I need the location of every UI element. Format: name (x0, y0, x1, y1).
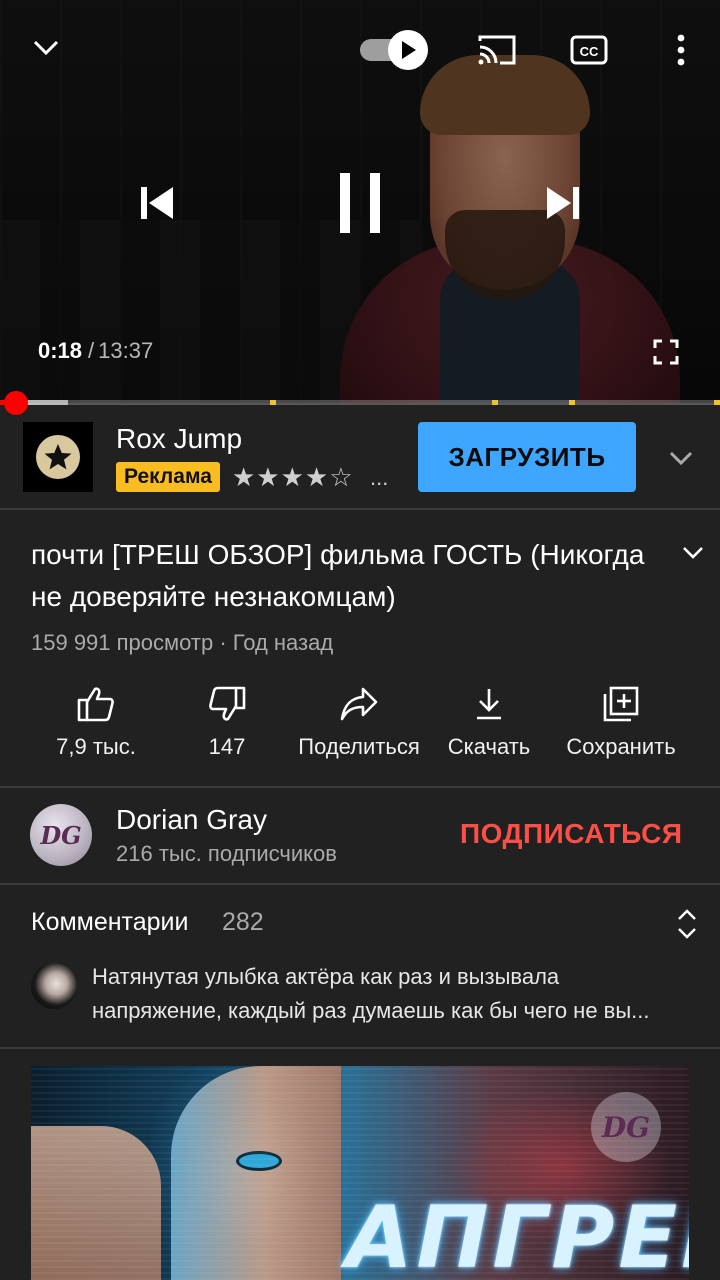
divider (0, 786, 720, 788)
commenter-avatar[interactable] (31, 963, 77, 1009)
comment-preview-line: Натянутая улыбка актёра как раз и вызыва… (92, 964, 560, 989)
svg-text:CC: CC (580, 44, 599, 59)
current-time: 0:18 (38, 338, 83, 363)
divider (0, 883, 720, 885)
channel-avatar[interactable]: DG (30, 804, 92, 866)
video-title[interactable]: почти [ТРЕШ ОБЗОР] фильма ГОСТЬ (Никогда… (31, 534, 651, 618)
duration: 13:37 (98, 338, 154, 363)
share-button[interactable]: Поделиться (289, 680, 429, 780)
expand-collapse-icon[interactable] (672, 906, 702, 942)
watermark-text: DG (601, 1110, 651, 1144)
time-display: 0:18/13:37 (38, 338, 153, 364)
more-vert-icon[interactable] (664, 28, 698, 72)
subscribe-button[interactable]: ПОДПИСАТЬСЯ (460, 818, 682, 850)
divider (0, 1047, 720, 1049)
thumb-up-icon (26, 680, 166, 728)
download-button[interactable]: Скачать (419, 680, 559, 780)
chevron-down-icon[interactable] (664, 441, 698, 475)
share-label: Поделиться (298, 734, 420, 759)
thumbnail-title-text: АПГРЕЙД (346, 1188, 689, 1280)
ad-app-name[interactable]: Rox Jump (116, 423, 242, 455)
play-icon (388, 30, 428, 70)
dislike-count: 147 (208, 734, 246, 759)
skip-next-icon[interactable] (538, 178, 588, 228)
channel-name[interactable]: Dorian Gray (116, 804, 267, 836)
download-label: Скачать (447, 734, 531, 759)
video-meta: 159 991 просмотр · Год назад (31, 630, 334, 655)
ad-banner[interactable]: Rox Jump Реклама ★★★★☆ ... ЗАГРУЗИТЬ (0, 405, 720, 510)
chevron-down-icon[interactable] (676, 536, 710, 570)
ad-badge: Реклама (116, 462, 220, 492)
chevron-down-icon[interactable] (26, 28, 66, 68)
ad-app-logo[interactable] (23, 422, 93, 492)
star-icon (44, 444, 72, 470)
dislike-button[interactable]: 147 (157, 680, 297, 780)
share-icon (289, 680, 429, 728)
autoplay-toggle[interactable] (358, 30, 430, 70)
channel-avatar-text: DG (40, 820, 82, 850)
save-label: Сохранить (566, 734, 676, 759)
time-separator: / (88, 338, 95, 363)
comments-count: 282 (222, 908, 264, 936)
comment-preview[interactable]: Натянутая улыбка актёра как раз и вызыва… (92, 960, 692, 1028)
pause-icon[interactable] (330, 166, 390, 240)
thumb-down-icon (157, 680, 297, 728)
next-video-thumbnail[interactable]: АПГРЕЙД DG (31, 1066, 689, 1280)
channel-watermark: DG (591, 1092, 661, 1162)
subscriber-count: 216 тыс. подписчиков (116, 841, 337, 866)
like-count: 7,9 тыс. (56, 734, 136, 759)
ad-ellipsis: ... (370, 465, 389, 490)
cc-icon[interactable]: CC (568, 30, 610, 70)
download-icon (419, 680, 559, 728)
ad-rating-stars: ★★★★☆ (232, 462, 354, 492)
skip-previous-icon[interactable] (132, 178, 182, 228)
save-playlist-icon (551, 680, 691, 728)
comment-preview-line: напряжение, каждый раз думаешь как бы че… (92, 998, 650, 1023)
like-button[interactable]: 7,9 тыс. (26, 680, 166, 780)
save-button[interactable]: Сохранить (551, 680, 691, 780)
install-button[interactable]: ЗАГРУЗИТЬ (418, 422, 636, 492)
video-player[interactable]: CC 0:18/13:37 (0, 0, 720, 403)
fullscreen-icon[interactable] (648, 334, 684, 370)
action-bar: 7,9 тыс. 147 Поделиться Скачать Сохранит… (0, 680, 720, 780)
comments-title[interactable]: Комментарии (31, 908, 188, 937)
cast-icon[interactable] (474, 30, 520, 70)
